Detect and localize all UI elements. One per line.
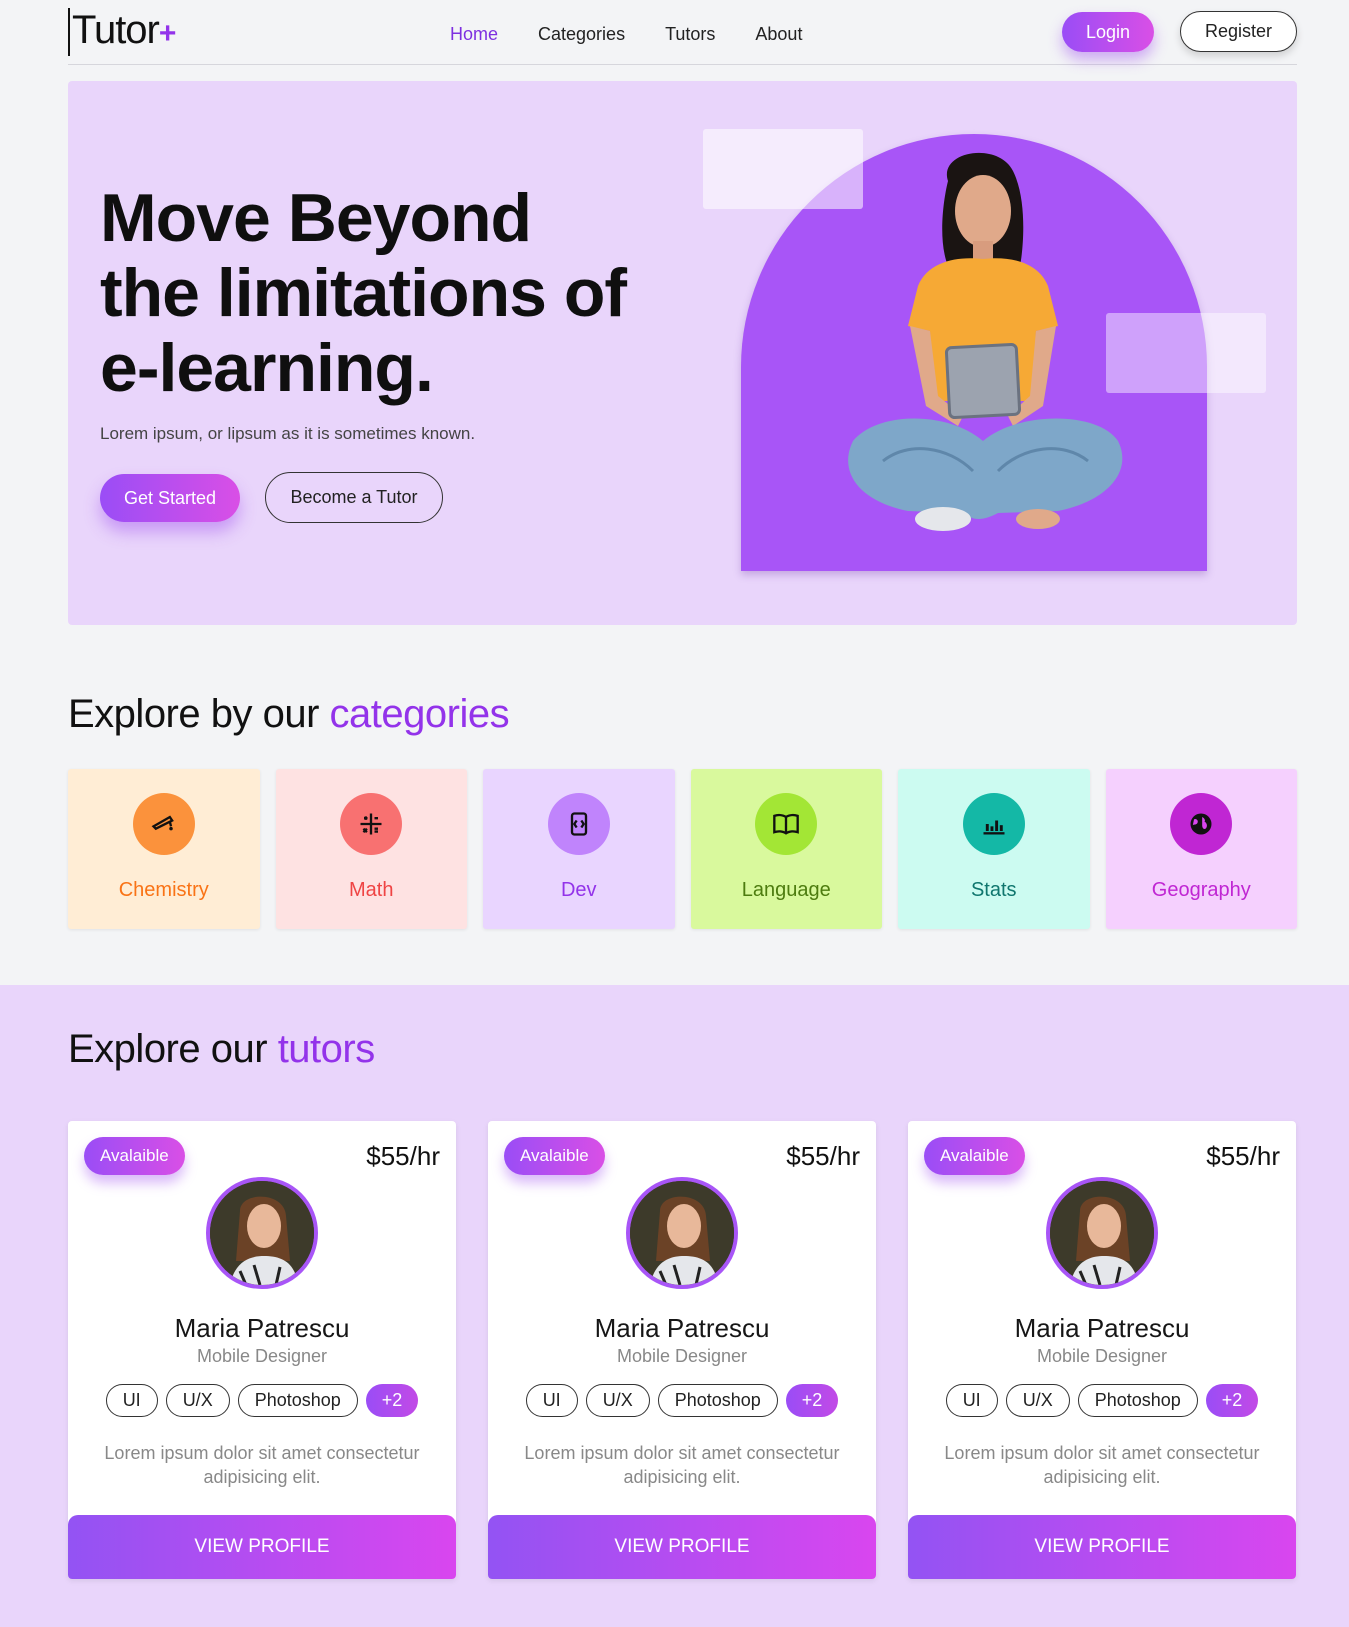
nav-links: Home Categories Tutors About bbox=[450, 24, 802, 45]
skill-tag[interactable]: Photoshop bbox=[237, 1384, 358, 1417]
categories-heading-accent: categories bbox=[329, 692, 510, 736]
tutor-description: Lorem ipsum dolor sit amet consectetur a… bbox=[944, 1443, 1260, 1487]
availability-badge: Avalaible bbox=[924, 1137, 1025, 1175]
skill-tag[interactable]: U/X bbox=[1005, 1384, 1070, 1417]
hero-subtitle: Lorem ipsum, or lipsum as it is sometime… bbox=[100, 424, 476, 443]
login-button[interactable]: Login bbox=[1062, 12, 1154, 52]
skill-tags: UI U/X Photoshop +2 bbox=[488, 1384, 876, 1417]
category-card-chemistry[interactable]: Chemistry bbox=[68, 769, 260, 929]
logo-text: Tutor bbox=[72, 8, 160, 52]
category-card-language[interactable]: Language bbox=[690, 769, 882, 929]
get-started-button[interactable]: Get Started bbox=[100, 474, 240, 522]
logo-plus: + bbox=[158, 17, 177, 50]
skill-tag[interactable]: UI bbox=[105, 1384, 158, 1417]
tutor-name: Maria Patrescu bbox=[1014, 1313, 1190, 1343]
category-card-geography[interactable]: Geography bbox=[1105, 769, 1297, 929]
tutor-description: Lorem ipsum dolor sit amet consectetur a… bbox=[524, 1443, 840, 1487]
flask-icon bbox=[132, 793, 195, 855]
become-tutor-button[interactable]: Become a Tutor bbox=[265, 472, 443, 523]
decorative-glass-panel bbox=[703, 129, 863, 209]
tutor-card: Avalaible $55/hr Maria Patrescu Mobile D… bbox=[908, 1121, 1296, 1579]
skill-tags: UI U/X Photoshop +2 bbox=[68, 1384, 456, 1417]
more-skills-tag[interactable]: +2 bbox=[365, 1384, 419, 1417]
skill-tags: UI U/X Photoshop +2 bbox=[908, 1384, 1296, 1417]
hero-title: Move Beyond the limitations of e-learnin… bbox=[100, 181, 660, 406]
top-navbar: Tutor+ Home Categories Tutors About Logi… bbox=[68, 0, 1297, 65]
skill-tag[interactable]: Photoshop bbox=[1077, 1384, 1198, 1417]
categories-grid: Chemistry Math Dev Language Stats Geogra… bbox=[68, 769, 1297, 929]
view-profile-button[interactable]: VIEW PROFILE bbox=[908, 1515, 1296, 1579]
tutor-role: Mobile Designer bbox=[616, 1346, 748, 1366]
tutor-price: $55/hr bbox=[786, 1141, 860, 1171]
tutor-price: $55/hr bbox=[1206, 1141, 1280, 1171]
tutors-heading-plain: Explore our bbox=[68, 1027, 268, 1071]
nav-link-tutors[interactable]: Tutors bbox=[665, 24, 715, 45]
bar-chart-icon bbox=[962, 793, 1025, 855]
category-card-stats[interactable]: Stats bbox=[898, 769, 1090, 929]
skill-tag[interactable]: UI bbox=[945, 1384, 998, 1417]
decorative-glass-panel bbox=[1106, 313, 1266, 393]
hero-title-line3: e-learning. bbox=[100, 330, 434, 406]
book-icon bbox=[755, 793, 818, 855]
category-label: Geography bbox=[1151, 879, 1251, 901]
tutor-role: Mobile Designer bbox=[1036, 1346, 1168, 1366]
skill-tag[interactable]: U/X bbox=[165, 1384, 230, 1417]
tutor-description: Lorem ipsum dolor sit amet consectetur a… bbox=[104, 1443, 420, 1487]
logo[interactable]: Tutor+ bbox=[68, 8, 177, 56]
nav-link-home[interactable]: Home bbox=[450, 24, 498, 45]
avatar bbox=[206, 1177, 318, 1289]
tutors-heading: Explore our tutors bbox=[68, 1027, 375, 1072]
category-label: Chemistry bbox=[118, 879, 209, 901]
globe-icon bbox=[1170, 793, 1233, 855]
category-card-dev[interactable]: Dev bbox=[483, 769, 675, 929]
skill-tag[interactable]: Photoshop bbox=[657, 1384, 778, 1417]
category-label: Math bbox=[349, 879, 394, 901]
tutor-role: Mobile Designer bbox=[196, 1346, 328, 1366]
hero-title-line1: Move Beyond bbox=[100, 180, 532, 256]
avatar bbox=[626, 1177, 738, 1289]
tutor-name: Maria Patrescu bbox=[174, 1313, 350, 1343]
tutor-name: Maria Patrescu bbox=[594, 1313, 770, 1343]
category-label: Stats bbox=[970, 879, 1017, 901]
categories-heading: Explore by our categories bbox=[68, 692, 510, 737]
category-card-math[interactable]: Math bbox=[275, 769, 467, 929]
more-skills-tag[interactable]: +2 bbox=[1205, 1384, 1259, 1417]
tutor-cards: Avalaible $55/hr Maria Patrescu Mobile D… bbox=[68, 1121, 1297, 1579]
tutor-price: $55/hr bbox=[366, 1141, 440, 1171]
skill-tag[interactable]: U/X bbox=[585, 1384, 650, 1417]
more-skills-tag[interactable]: +2 bbox=[785, 1384, 839, 1417]
code-device-icon bbox=[547, 793, 610, 855]
nav-link-categories[interactable]: Categories bbox=[538, 24, 625, 45]
availability-badge: Avalaible bbox=[504, 1137, 605, 1175]
categories-heading-plain: Explore by our bbox=[68, 692, 319, 736]
skill-tag[interactable]: UI bbox=[525, 1384, 578, 1417]
hero-title-line2: the limitations of bbox=[100, 255, 627, 331]
tutor-card: Avalaible $55/hr Maria Patrescu Mobile D… bbox=[488, 1121, 876, 1579]
category-label: Language bbox=[741, 879, 831, 901]
availability-badge: Avalaible bbox=[84, 1137, 185, 1175]
calculator-icon bbox=[340, 793, 403, 855]
nav-link-about[interactable]: About bbox=[755, 24, 802, 45]
view-profile-button[interactable]: VIEW PROFILE bbox=[68, 1515, 456, 1579]
tutors-heading-accent: tutors bbox=[277, 1027, 376, 1071]
tutor-card: Avalaible $55/hr Maria Patrescu Mobile D… bbox=[68, 1121, 456, 1579]
view-profile-button[interactable]: VIEW PROFILE bbox=[488, 1515, 876, 1579]
hero-section: Move Beyond the limitations of e-learnin… bbox=[68, 81, 1297, 625]
register-button[interactable]: Register bbox=[1180, 11, 1297, 52]
category-label: Dev bbox=[560, 879, 597, 901]
avatar bbox=[1046, 1177, 1158, 1289]
